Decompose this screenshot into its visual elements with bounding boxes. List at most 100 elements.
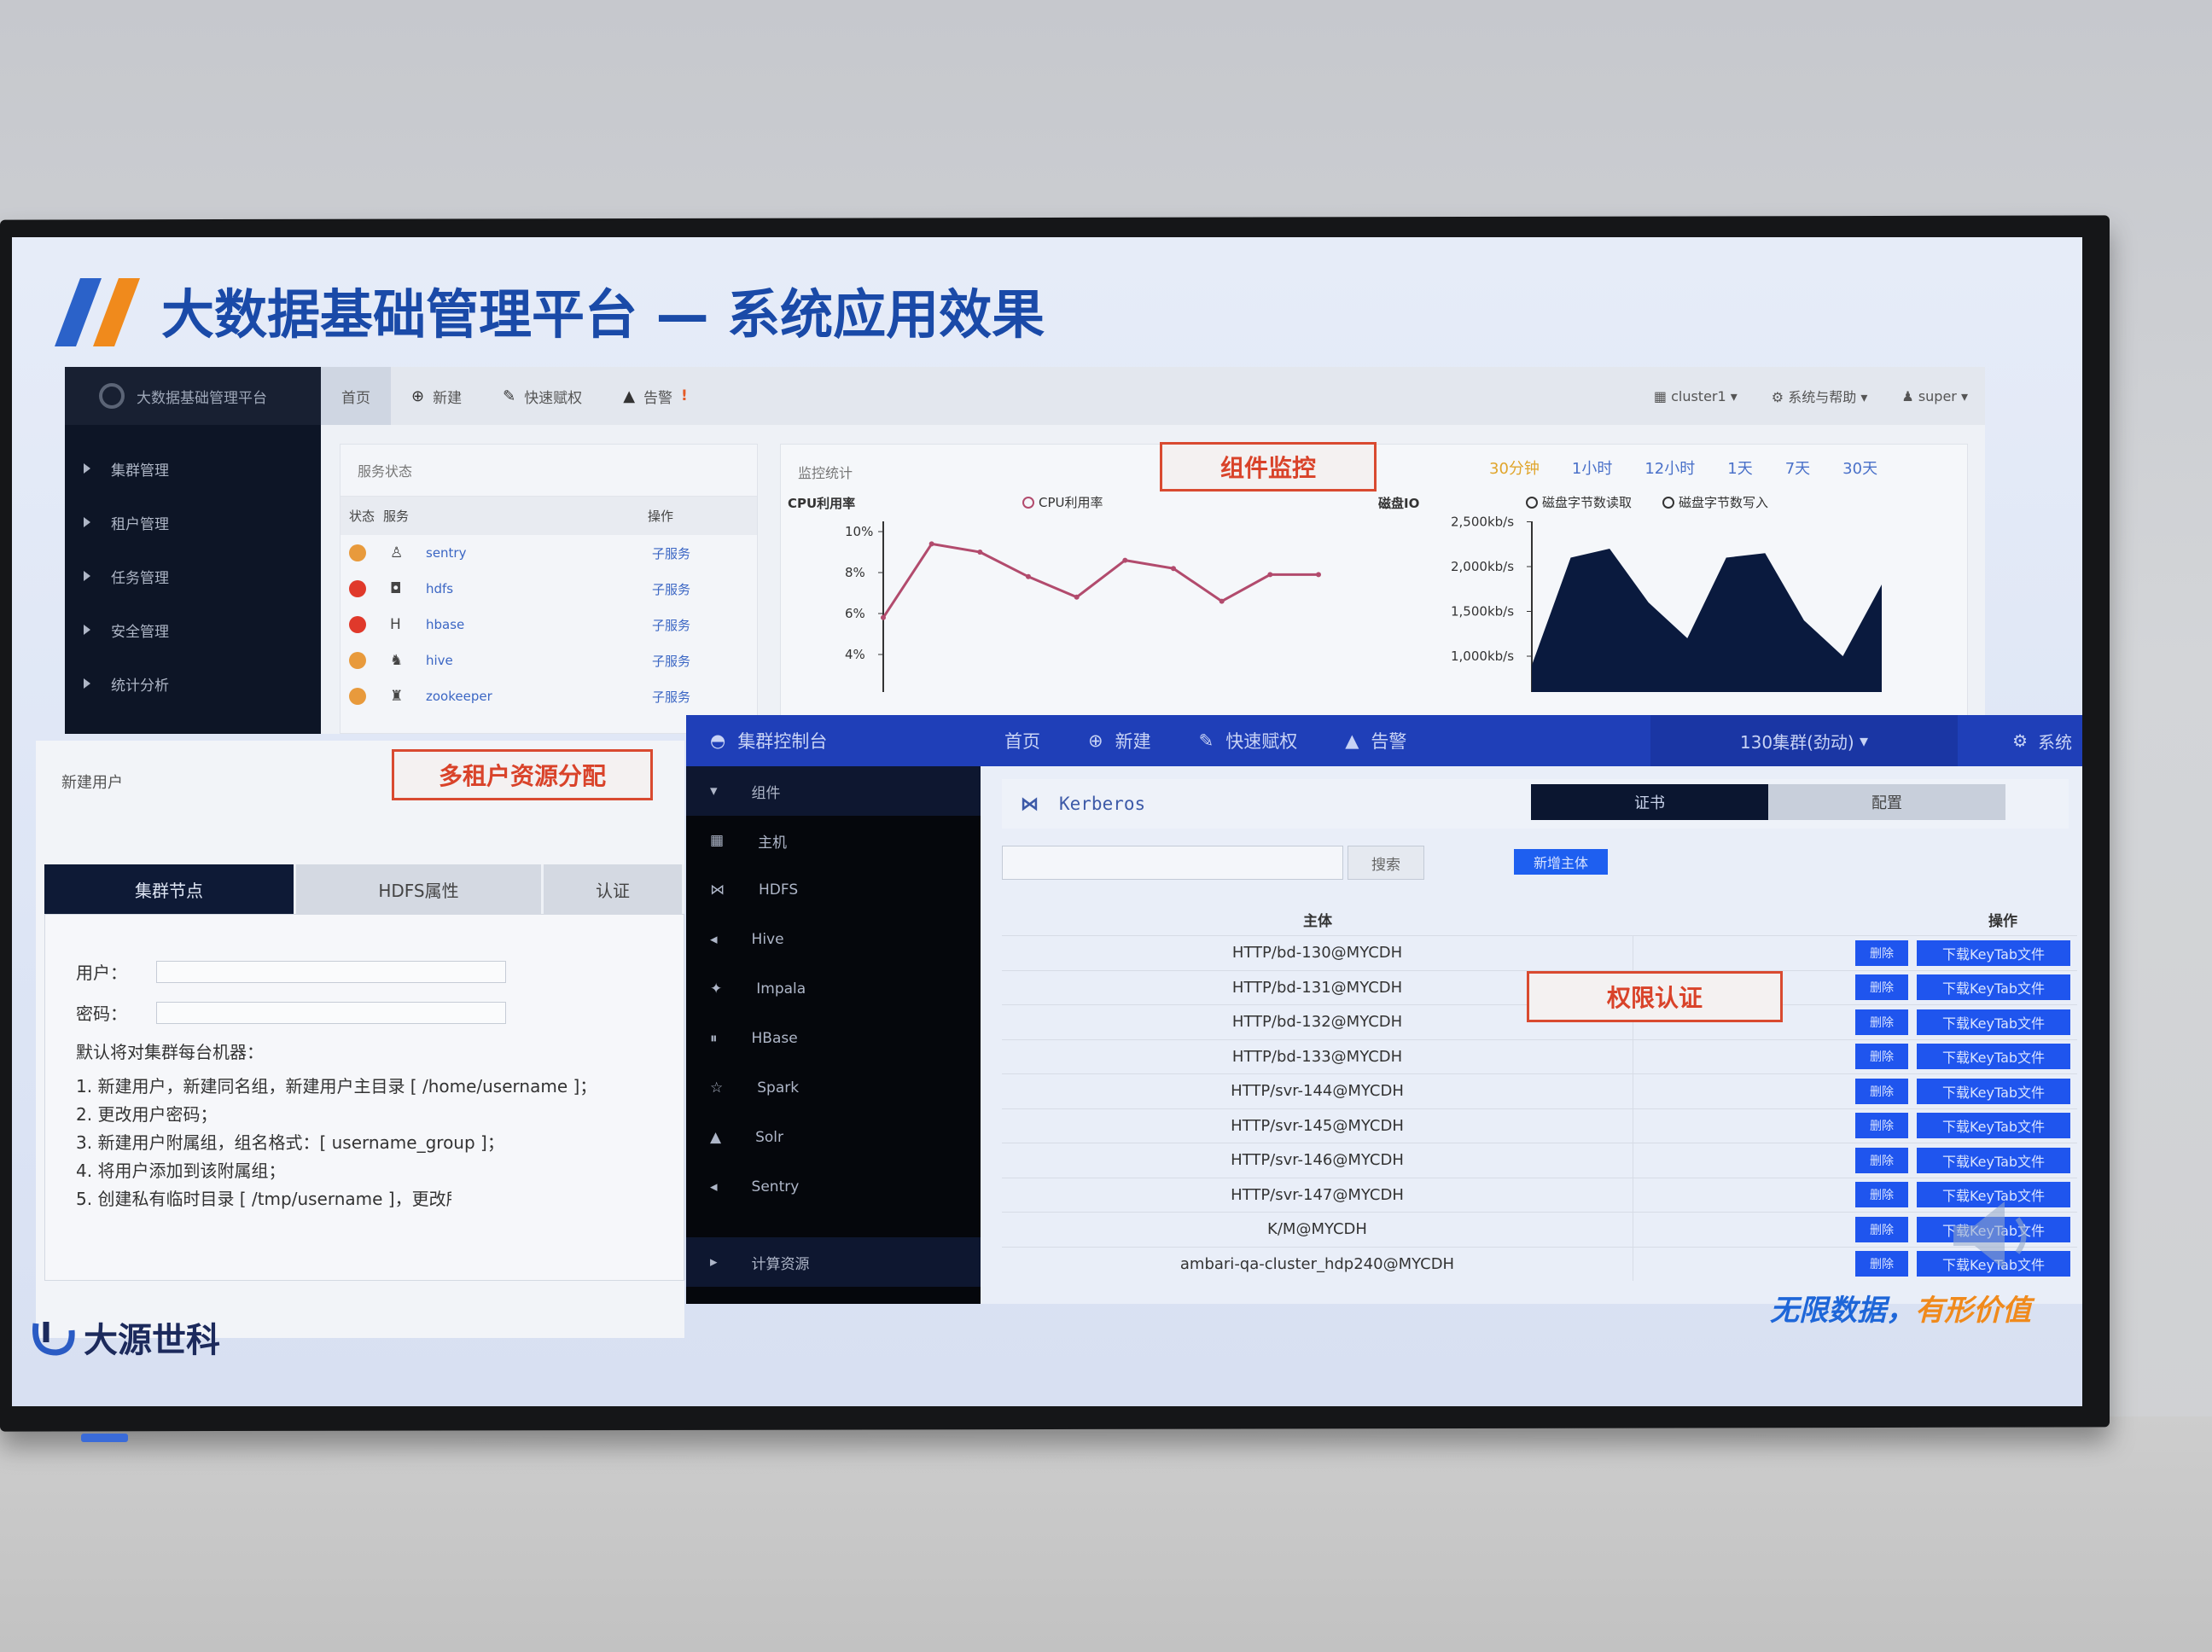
system-menu[interactable]: ⚙ 系统 — [2012, 715, 2072, 766]
default-note: 默认将对集群每台机器： — [76, 1042, 264, 1062]
sidebar-item-tenant[interactable]: 租户管理 — [65, 502, 321, 543]
subservice-link[interactable]: 子服务 — [652, 688, 690, 706]
service-name[interactable]: hdfs — [426, 581, 652, 596]
alert-button[interactable]: ▲ 告警 — [1321, 728, 1430, 753]
disk-read-area — [1532, 549, 1882, 692]
sidebar-item-sentry[interactable]: ◂ Sentry — [686, 1162, 981, 1212]
monitor-chart-title: 监控统计 — [798, 465, 853, 481]
status-dot-icon — [349, 580, 366, 597]
search-input[interactable] — [1002, 846, 1343, 880]
alert-badge-icon: ! — [681, 387, 688, 404]
sidebar-item-security[interactable]: 安全管理 — [65, 609, 321, 650]
sidebar-item-hive[interactable]: ◂ Hive — [686, 915, 981, 964]
sidebar-item-spark[interactable]: ☆ Spark — [686, 1063, 981, 1113]
status-dot-icon — [349, 616, 366, 633]
cpu-point — [881, 614, 886, 620]
time-range-tabs: 30分钟 1小时 12小时 1天 7天 30天 — [1489, 457, 1877, 479]
service-name[interactable]: zookeeper — [426, 689, 652, 704]
download-keytab-button[interactable]: 下载KeyTab文件 — [1917, 1009, 2070, 1035]
callout-permission-auth: 权限认证 — [1527, 971, 1783, 1022]
delete-button[interactable]: 删除 — [1855, 974, 1908, 1001]
delete-button[interactable]: 删除 — [1855, 1147, 1908, 1173]
range-tab[interactable]: 12小时 — [1644, 457, 1695, 479]
quick-auth-button[interactable]: ✎ 快速赋权 — [482, 386, 602, 407]
alert-button[interactable]: ▲ 告警! — [602, 386, 708, 407]
service-table-header: 状态 服务 操作 — [341, 497, 757, 535]
download-keytab-button[interactable]: 下载KeyTab文件 — [1917, 939, 2070, 966]
service-name[interactable]: hive — [426, 653, 652, 668]
sidebar-item-task[interactable]: 任务管理 — [65, 556, 321, 596]
quick-auth-button[interactable]: ✎ 快速赋权 — [1175, 728, 1322, 753]
delete-button[interactable]: 删除 — [1855, 1182, 1908, 1208]
sidebar-item-hbase[interactable]: ⏸ HBase — [686, 1014, 981, 1063]
delete-button[interactable]: 删除 — [1855, 1078, 1908, 1104]
hbase-icon: ⏸ — [710, 1030, 718, 1047]
slogan-part-a: 无限数据， — [1770, 1294, 1915, 1328]
slogan: 无限数据，有形价值 — [1770, 1287, 2031, 1329]
principal-row: HTTP/svr-146@MYCDH 删除 下载KeyTab文件 — [1002, 1143, 2077, 1178]
add-principal-button[interactable]: 新增主体 — [1514, 849, 1608, 875]
service-name[interactable]: sentry — [426, 545, 652, 561]
sidebar-item-impala[interactable]: ✦ Impala — [686, 964, 981, 1014]
console-brand[interactable]: ◓ 集群控制台 — [686, 728, 981, 753]
logo-bars-icon — [55, 278, 140, 346]
subservice-link[interactable]: 子服务 — [652, 616, 690, 634]
sidebar-item-hosts[interactable]: ▦ 主机 — [686, 816, 981, 865]
range-tab[interactable]: 30分钟 — [1489, 457, 1540, 479]
tab-config[interactable]: 配置 — [1768, 784, 2005, 820]
cluster-select[interactable]: 130集群(劲动) ▾ — [1650, 715, 1958, 766]
download-keytab-button[interactable]: 下载KeyTab文件 — [1917, 1147, 2070, 1173]
subservice-link[interactable]: 子服务 — [652, 544, 690, 562]
download-keytab-button[interactable]: 下载KeyTab文件 — [1917, 1044, 2070, 1070]
user-dropdown[interactable]: ♟ super ▾ — [1901, 388, 1968, 404]
delete-button[interactable]: 删除 — [1855, 1009, 1908, 1035]
password-field[interactable] — [156, 1001, 506, 1024]
hive-icon: ◂ — [710, 931, 718, 948]
sidebar-item-label: HBase — [751, 1030, 798, 1047]
tab-hdfs-props[interactable]: HDFS属性 — [296, 864, 544, 914]
sidebar-item-components[interactable]: ▾ 组件 — [686, 766, 981, 816]
sidebar-item-cluster[interactable]: 集群管理 — [65, 448, 321, 489]
delete-button[interactable]: 删除 — [1855, 939, 1908, 966]
caret-right-icon — [84, 625, 90, 635]
range-tab[interactable]: 1小时 — [1572, 457, 1612, 479]
user-field[interactable] — [156, 960, 506, 983]
help-dropdown[interactable]: ⚙ 系统与帮助 ▾ — [1772, 386, 1868, 406]
tab-home[interactable]: 首页 — [321, 367, 391, 425]
cluster-dropdown[interactable]: ▦ cluster1 ▾ — [1654, 388, 1738, 404]
delete-button[interactable]: 删除 — [1855, 1251, 1908, 1277]
subservice-link[interactable]: 子服务 — [652, 580, 690, 598]
company-name: 大源世科 — [84, 1321, 220, 1360]
range-tab[interactable]: 30天 — [1842, 457, 1877, 479]
new-label: 新建 — [1115, 731, 1151, 752]
new-button[interactable]: ⊕ 新建 — [1064, 728, 1175, 753]
grid-icon: ▦ — [1653, 387, 1672, 404]
sidebar-item-solr[interactable]: ▲ Solr — [686, 1113, 981, 1162]
download-keytab-button[interactable]: 下载KeyTab文件 — [1917, 1078, 2070, 1104]
delete-button[interactable]: 删除 — [1855, 1113, 1908, 1139]
service-row: Hhbase 子服务 — [341, 607, 757, 643]
service-name[interactable]: hbase — [426, 617, 652, 632]
sidebar-item-stats[interactable]: 统计分析 — [65, 663, 321, 704]
kerberos-main: ⋈ Kerberos 证书 配置 搜索 新增主体 主体 操作 HTTP/bd-13… — [1002, 779, 2082, 1304]
sidebar-item-hdfs[interactable]: ⋈ HDFS — [686, 865, 981, 915]
subservice-link[interactable]: 子服务 — [652, 652, 690, 670]
monitor-charts: CPU利用率 CPU利用率 10% 8% 6% 4% 磁盘IO 磁盘字节数读取 磁盘字节数写入 2… — [788, 496, 1882, 692]
delete-button[interactable]: 删除 — [1855, 1216, 1908, 1242]
download-keytab-button[interactable]: 下载KeyTab文件 — [1917, 974, 2070, 1001]
new-button[interactable]: ⊕ 新建 — [391, 386, 482, 407]
legend-marker — [1662, 497, 1674, 509]
tab-certificate[interactable]: 证书 — [1531, 784, 1768, 820]
download-keytab-button[interactable]: 下载KeyTab文件 — [1917, 1113, 2070, 1139]
sidebar-item-compute-resources[interactable]: ▸ 计算资源 — [686, 1237, 981, 1287]
sidebar-item-label: Hive — [751, 931, 784, 948]
console-label: 集群控制台 — [737, 731, 828, 752]
search-button[interactable]: 搜索 — [1348, 846, 1424, 880]
tab-cluster-nodes[interactable]: 集群节点 — [44, 864, 296, 914]
tab-auth[interactable]: 认证 — [544, 864, 684, 914]
delete-button[interactable]: 删除 — [1855, 1044, 1908, 1070]
range-tab[interactable]: 1天 — [1727, 457, 1752, 479]
range-tab[interactable]: 7天 — [1785, 457, 1810, 479]
tab-home[interactable]: 首页 — [981, 728, 1064, 753]
kerberos-title: Kerberos — [1059, 794, 1146, 814]
